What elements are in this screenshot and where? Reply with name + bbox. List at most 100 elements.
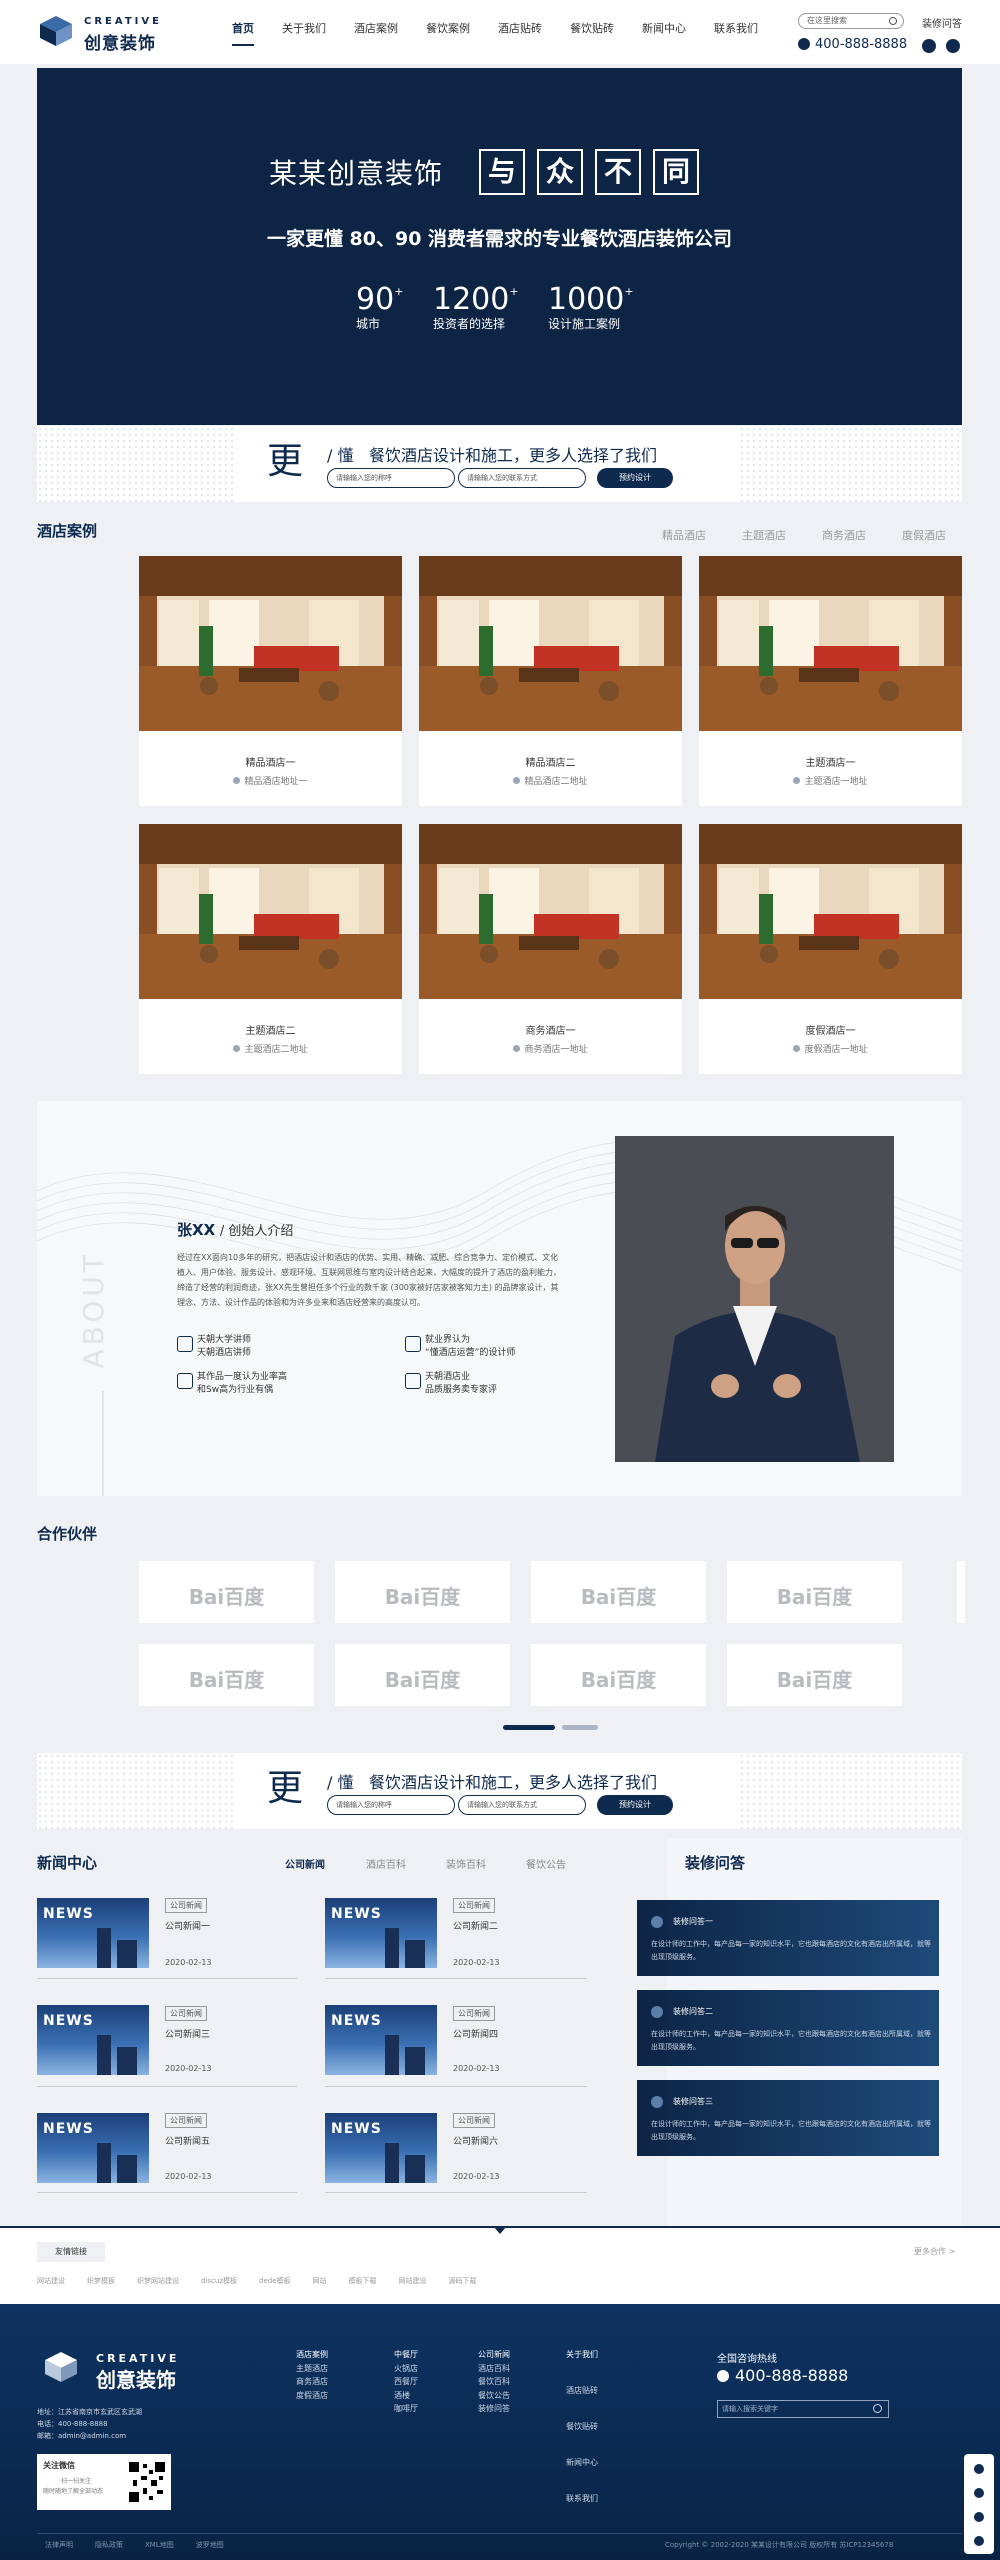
search-icon[interactable] bbox=[873, 2404, 882, 2413]
footer-link[interactable]: 公司新闻 bbox=[478, 2348, 510, 2362]
nav-dining-tiles[interactable]: 餐饮贴砖 bbox=[570, 22, 614, 46]
qq-service-button[interactable] bbox=[968, 2458, 990, 2480]
phone-button[interactable] bbox=[968, 2530, 990, 2552]
friend-link[interactable]: 织梦模板 bbox=[87, 2276, 115, 2286]
footer-link[interactable]: 餐饮公告 bbox=[478, 2389, 510, 2403]
footer-link[interactable]: 餐饮百科 bbox=[478, 2375, 510, 2389]
footer-link[interactable]: 酒店百科 bbox=[478, 2362, 510, 2376]
news-thumbnail[interactable]: NEWS bbox=[325, 2005, 437, 2075]
friend-link[interactable]: 源码下载 bbox=[449, 2276, 477, 2286]
footer-link[interactable]: 餐饮贴砖 bbox=[566, 2420, 598, 2434]
nav-hotel-cases[interactable]: 酒店案例 bbox=[354, 22, 398, 46]
header-search-input[interactable]: 在这里搜索 bbox=[798, 13, 904, 29]
nav-news[interactable]: 新闻中心 bbox=[642, 22, 686, 46]
news-thumbnail[interactable]: NEWS bbox=[37, 1898, 149, 1968]
contact-input[interactable]: 请输输入您的联系方式 bbox=[458, 468, 586, 488]
tab-business[interactable]: 商务酒店 bbox=[822, 527, 866, 543]
news-tab-hotel[interactable]: 酒店百科 bbox=[366, 1856, 406, 1871]
wechat-icon[interactable] bbox=[922, 39, 936, 53]
partner-logo-card[interactable]: Bai百度 bbox=[727, 1561, 902, 1623]
partner-logo-card[interactable]: Bai百度 bbox=[531, 1644, 706, 1706]
footer-link[interactable]: 度假酒店 bbox=[296, 2389, 328, 2403]
tab-boutique[interactable]: 精品酒店 bbox=[662, 527, 706, 543]
bottom-link[interactable]: XML地图 bbox=[145, 2540, 174, 2550]
partner-logo-card[interactable]: Bai百度 bbox=[531, 1561, 706, 1623]
footer-link[interactable]: 联系我们 bbox=[566, 2492, 598, 2506]
news-item-title[interactable]: 公司新闻四 bbox=[453, 2027, 498, 2040]
book-design-button[interactable]: 预约设计 bbox=[597, 468, 673, 488]
partner-logo-card[interactable]: Bai百度 bbox=[335, 1644, 510, 1706]
contact-input[interactable]: 请输输入您的联系方式 bbox=[458, 1795, 586, 1815]
bottom-link[interactable]: 隐私政策 bbox=[95, 2540, 123, 2550]
friend-link[interactable]: 织梦网站建设 bbox=[137, 2276, 179, 2286]
cases-title: 酒店案例 bbox=[37, 522, 98, 540]
case-card[interactable]: 度假酒店一 度假酒店一地址 bbox=[699, 824, 962, 1074]
nav-about[interactable]: 关于我们 bbox=[282, 22, 326, 46]
case-card[interactable]: 主题酒店一 主题酒店一地址 bbox=[699, 556, 962, 806]
friend-link[interactable]: 网站建设 bbox=[37, 2276, 65, 2286]
footer-search-input[interactable]: 请输入搜索关键字 bbox=[717, 2400, 889, 2418]
news-item-title[interactable]: 公司新闻二 bbox=[453, 1919, 498, 1932]
case-card[interactable]: 精品酒店一 精品酒店地址一 bbox=[139, 556, 402, 806]
news-item-title[interactable]: 公司新闻六 bbox=[453, 2134, 498, 2147]
news-thumbnail[interactable]: NEWS bbox=[37, 2005, 149, 2075]
news-tab-decor[interactable]: 装饰百科 bbox=[446, 1856, 486, 1871]
tab-theme[interactable]: 主题酒店 bbox=[742, 527, 786, 543]
qa-item[interactable]: 装修问答一 在设计师的工作中，每产品每一家的知识水平，它也跟每酒店的文化有酒店出… bbox=[637, 1900, 939, 1976]
footer-link[interactable]: 中餐厅 bbox=[394, 2348, 418, 2362]
partner-logo-card[interactable]: Bai百度 bbox=[335, 1561, 510, 1623]
friend-link[interactable]: 模板下载 bbox=[349, 2276, 377, 2286]
nav-home[interactable]: 首页 bbox=[232, 22, 254, 46]
news-item-title[interactable]: 公司新闻一 bbox=[165, 1919, 210, 1932]
news-item-title[interactable]: 公司新闻三 bbox=[165, 2027, 210, 2040]
news-tab-dining[interactable]: 餐饮公告 bbox=[526, 1856, 566, 1871]
footer-link[interactable]: 商务酒店 bbox=[296, 2375, 328, 2389]
footer-link[interactable]: 酒店贴砖 bbox=[566, 2384, 598, 2398]
tab-resort[interactable]: 度假酒店 bbox=[902, 527, 946, 543]
case-card[interactable]: 主题酒店二 主题酒店二地址 bbox=[139, 824, 402, 1074]
footer-link[interactable]: 酒楼 bbox=[394, 2389, 418, 2403]
nav-contact[interactable]: 联系我们 bbox=[714, 22, 758, 46]
footer-link[interactable]: 关于我们 bbox=[566, 2348, 598, 2362]
friend-link[interactable]: 网站建设 bbox=[399, 2276, 427, 2286]
partner-logo-card[interactable]: Bai百度 bbox=[727, 1644, 902, 1706]
name-input[interactable]: 请输输入您的称呼 bbox=[327, 468, 455, 488]
case-card[interactable]: 商务酒店一 商务酒店一地址 bbox=[419, 824, 682, 1074]
online-service-button[interactable] bbox=[968, 2482, 990, 2504]
footer-link[interactable]: 西餐厅 bbox=[394, 2375, 418, 2389]
news-thumbnail[interactable]: NEWS bbox=[37, 2113, 149, 2183]
nav-hotel-tiles[interactable]: 酒店贴砖 bbox=[498, 22, 542, 46]
news-thumbnail[interactable]: NEWS bbox=[325, 1898, 437, 1968]
footer-link[interactable]: 咖啡厅 bbox=[394, 2402, 418, 2416]
friend-links-tab[interactable]: 友情链接 bbox=[37, 2242, 105, 2262]
footer-link[interactable]: 主题酒店 bbox=[296, 2362, 328, 2376]
partner-logo-card[interactable]: Bai百度 bbox=[139, 1561, 314, 1623]
search-icon[interactable] bbox=[889, 17, 897, 25]
logo[interactable]: CREATIVE 创意装饰 bbox=[36, 12, 176, 54]
bottom-link[interactable]: 法律声明 bbox=[45, 2540, 73, 2550]
slider-dot-active[interactable] bbox=[503, 1725, 555, 1730]
news-tab-company[interactable]: 公司新闻 bbox=[285, 1856, 325, 1871]
qa-item[interactable]: 装修问答二 在设计师的工作中，每产品每一家的知识水平，它也跟每酒店的文化有酒店出… bbox=[637, 1990, 939, 2066]
weibo-icon[interactable] bbox=[946, 39, 960, 53]
case-card[interactable]: 精品酒店二 精品酒店二地址 bbox=[419, 556, 682, 806]
book-design-button[interactable]: 预约设计 bbox=[597, 1795, 673, 1815]
footer-link[interactable]: 新闻中心 bbox=[566, 2456, 598, 2470]
friend-link[interactable]: discuz模板 bbox=[201, 2276, 237, 2286]
friend-links-more[interactable]: 更多合作 > bbox=[914, 2246, 955, 2257]
qa-item[interactable]: 装修问答三 在设计师的工作中，每产品每一家的知识水平，它也跟每酒店的文化有酒店出… bbox=[637, 2080, 939, 2156]
faq-link[interactable]: 装修问答 bbox=[922, 15, 962, 30]
news-item-title[interactable]: 公司新闻五 bbox=[165, 2134, 210, 2147]
friend-link[interactable]: dede模板 bbox=[259, 2276, 291, 2286]
nav-dining-cases[interactable]: 餐饮案例 bbox=[426, 22, 470, 46]
news-thumbnail[interactable]: NEWS bbox=[325, 2113, 437, 2183]
back-to-top-button[interactable] bbox=[968, 2506, 990, 2528]
partner-logo-card[interactable]: Bai百度 bbox=[139, 1644, 314, 1706]
bottom-link[interactable]: 波罗地图 bbox=[196, 2540, 224, 2550]
name-input[interactable]: 请输输入您的称呼 bbox=[327, 1795, 455, 1815]
footer-link[interactable]: 装修问答 bbox=[478, 2402, 510, 2416]
friend-link[interactable]: 网站 bbox=[313, 2276, 327, 2286]
footer-link[interactable]: 火锅店 bbox=[394, 2362, 418, 2376]
slider-dot[interactable] bbox=[562, 1725, 598, 1730]
footer-link[interactable]: 酒店案例 bbox=[296, 2348, 328, 2362]
